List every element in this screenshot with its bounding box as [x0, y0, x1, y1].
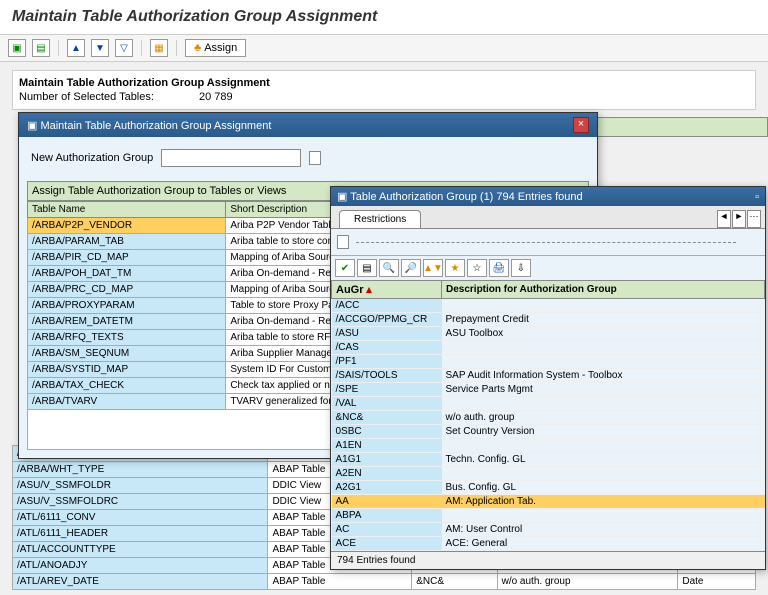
sort-marker-icon: ▴: [366, 284, 372, 296]
dialog1-titlebar: ▣ Maintain Table Authorization Group Ass…: [19, 113, 597, 137]
tab-strip: Restrictions ◄ ► ⋯: [331, 206, 765, 229]
selected-label: Number of Selected Tables:: [19, 91, 199, 103]
list-item[interactable]: /ACCGO/PPMG_CRPrepayment Credit: [332, 313, 765, 327]
col-augr-desc[interactable]: Description for Authorization Group: [442, 281, 765, 299]
dialog1-title: Maintain Table Authorization Group Assig…: [40, 120, 271, 132]
list-item[interactable]: A2G1Bus. Config. GL: [332, 481, 765, 495]
tab-restrictions[interactable]: Restrictions: [339, 210, 421, 228]
info-title: Maintain Table Authorization Group Assig…: [19, 77, 749, 89]
list-item[interactable]: /CAS: [332, 341, 765, 355]
assign-icon: ♣: [194, 42, 201, 54]
list-item[interactable]: /ASUASU Toolbox: [332, 327, 765, 341]
new-group-input[interactable]: [161, 149, 301, 167]
list-item[interactable]: /VAL: [332, 397, 765, 411]
filter-selector[interactable]: [337, 235, 349, 249]
list-item[interactable]: ACAM: User Control: [332, 523, 765, 537]
assign-button[interactable]: ♣ Assign: [185, 39, 246, 57]
list-item[interactable]: /PF1: [332, 355, 765, 369]
dialog2-title: Table Authorization Group (1) 794 Entrie…: [350, 191, 582, 203]
close-icon[interactable]: ×: [573, 117, 589, 133]
page-title: Maintain Table Authorization Group Assig…: [12, 8, 756, 26]
sort-icon[interactable]: ▲▼: [423, 259, 443, 277]
sort-asc-icon[interactable]: ▲: [67, 39, 85, 57]
separator: [176, 40, 177, 56]
accept-icon[interactable]: ✔: [335, 259, 355, 277]
sort-desc-icon[interactable]: ▼: [91, 39, 109, 57]
dialog2-window-btn[interactable]: ▫: [755, 191, 759, 203]
tab-next-icon[interactable]: ►: [732, 210, 746, 228]
download-icon[interactable]: ⇩: [511, 259, 531, 277]
list-item[interactable]: A1EN: [332, 439, 765, 453]
search-icon[interactable]: 🔍: [379, 259, 399, 277]
divider: [356, 242, 736, 243]
table-row[interactable]: /ATL/AREV_DATEABAP Table&NC&w/o auth. gr…: [13, 574, 756, 590]
list-icon[interactable]: ▤: [357, 259, 377, 277]
list-item[interactable]: /SAIS/TOOLSSAP Audit Information System …: [332, 369, 765, 383]
print-icon[interactable]: 🖨: [489, 259, 509, 277]
filter-icon[interactable]: ▽: [115, 39, 133, 57]
list-item[interactable]: A1G1Techn. Config. GL: [332, 453, 765, 467]
list-item[interactable]: AAAM: Application Tab.: [332, 495, 765, 509]
separator: [141, 40, 142, 56]
list-item[interactable]: ACEACE: General: [332, 537, 765, 551]
dialog2-toolbar: ✔ ▤ 🔍 🔎 ▲▼ ★ ☆ 🖨 ⇩: [331, 256, 765, 280]
personal-list-icon[interactable]: ☆: [467, 259, 487, 277]
list-item[interactable]: A2EN: [332, 467, 765, 481]
col-augr[interactable]: AuGr ▴: [332, 281, 442, 299]
search-next-icon[interactable]: 🔎: [401, 259, 421, 277]
collapse-icon[interactable]: ▤: [32, 39, 50, 57]
dialog2-titlebar: ▣ Table Authorization Group (1) 794 Entr…: [331, 187, 765, 206]
expand-icon[interactable]: ▣: [8, 39, 26, 57]
list-item[interactable]: /SPEService Parts Mgmt: [332, 383, 765, 397]
tab-prev-icon[interactable]: ◄: [717, 210, 731, 228]
selected-count: 20 789: [199, 91, 233, 103]
list-item[interactable]: &NC&w/o auth. group: [332, 411, 765, 425]
main-toolbar: ▣ ▤ ▲ ▼ ▽ ▦ ♣ Assign: [0, 35, 768, 62]
list-item[interactable]: 0SBCSet Country Version: [332, 425, 765, 439]
filter-area: [331, 229, 765, 256]
col-table-name[interactable]: Table Name: [28, 202, 226, 218]
info-panel: Maintain Table Authorization Group Assig…: [12, 70, 756, 110]
layout-icon[interactable]: ▦: [150, 39, 168, 57]
favorite-icon[interactable]: ★: [445, 259, 465, 277]
list-item[interactable]: /ACC: [332, 299, 765, 313]
separator: [58, 40, 59, 56]
new-group-label: New Authorization Group: [31, 152, 153, 164]
page-titlebar: Maintain Table Authorization Group Assig…: [0, 0, 768, 35]
list-item[interactable]: ABPA: [332, 509, 765, 523]
value-help-icon[interactable]: [309, 151, 321, 165]
tab-more-icon[interactable]: ⋯: [747, 210, 761, 228]
dialog2-status: 794 Entries found: [331, 551, 765, 569]
auth-group-search-dialog: ▣ Table Authorization Group (1) 794 Entr…: [330, 186, 766, 570]
assign-label: Assign: [204, 42, 237, 54]
